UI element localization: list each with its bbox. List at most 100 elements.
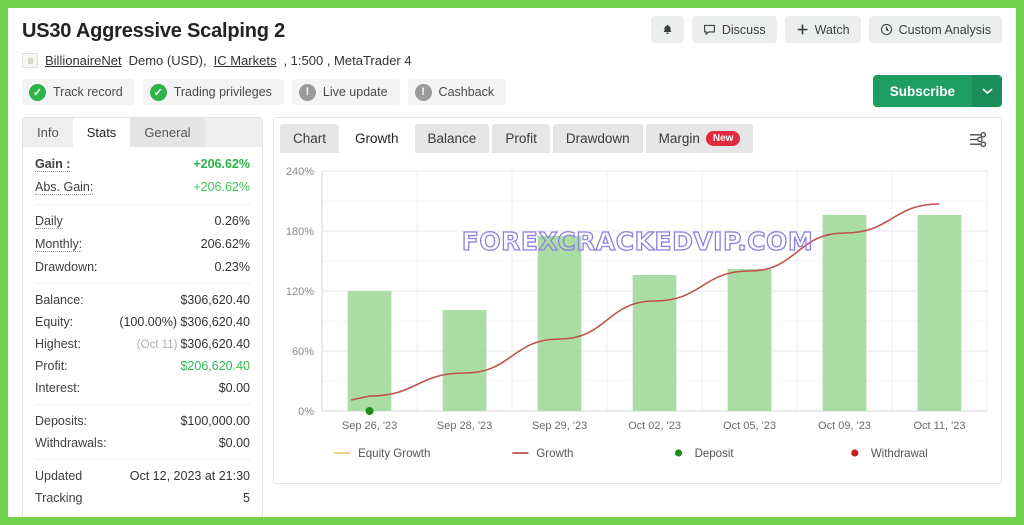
leverage-platform: , 1:500 , MetaTrader 4	[283, 53, 412, 68]
watch-label: Watch	[814, 22, 850, 37]
stat-value: +206.62%	[193, 157, 250, 171]
stat-value: $100,000.00	[180, 414, 250, 428]
stat-value: $306,620.40	[180, 315, 250, 329]
divider	[35, 459, 250, 460]
legend-label: Deposit	[695, 448, 735, 460]
x-tick-label: Oct 02, '23	[628, 420, 681, 432]
stat-row-abs-gain: Abs. Gain: +206.62%	[35, 176, 250, 199]
y-tick-label: 60%	[292, 346, 314, 358]
stat-value: $206,620.40	[180, 359, 250, 373]
y-tick-label: 240%	[286, 166, 314, 178]
stat-row-interest: Interest: $0.00	[35, 377, 250, 399]
stat-prefix: (100.00%)	[119, 315, 177, 329]
watch-button[interactable]: Watch	[784, 16, 861, 43]
author-link[interactable]: BillionaireNet	[45, 53, 122, 68]
subscribe-dropdown-button[interactable]	[972, 75, 1002, 107]
stat-row-daily: Daily 0.26%	[35, 210, 250, 233]
tab-profit[interactable]: Profit	[492, 124, 550, 153]
bell-icon	[663, 24, 672, 34]
stat-key[interactable]: Gain :	[35, 157, 71, 172]
tab-label: Growth	[355, 131, 399, 146]
stat-row-monthly: Monthly: 206.62%	[35, 233, 250, 256]
bar	[537, 236, 582, 411]
tab-label: Profit	[505, 131, 537, 146]
account-type: Demo (USD),	[128, 53, 207, 68]
clock-icon	[880, 23, 892, 36]
new-badge: New	[705, 131, 741, 146]
stat-value: Oct 12, 2023 at 21:30	[129, 469, 250, 483]
stat-key[interactable]: Abs. Gain:	[35, 180, 94, 195]
stats-panel: Info Stats General Gain : +206.62% Abs. …	[22, 117, 263, 517]
stat-value: 0.23%	[214, 260, 250, 274]
stat-row-drawdown: Drawdown: 0.23%	[35, 256, 250, 278]
page-header: US30 Aggressive Scalping 2 Discuss Watch	[8, 8, 1016, 107]
bar	[442, 310, 487, 411]
legend-label: Withdrawal	[871, 448, 928, 460]
badge-live-update[interactable]: ! Live update	[291, 79, 400, 105]
avatar	[22, 53, 38, 68]
badge-label: Track record	[53, 85, 123, 99]
chart-panel: Chart Growth Balance Profit Drawdown Mar…	[273, 117, 1002, 484]
bar	[917, 215, 962, 411]
divider	[35, 404, 250, 405]
bar	[632, 275, 677, 411]
bar	[727, 269, 772, 411]
tab-stats[interactable]: Stats	[72, 118, 131, 147]
stats-panel-tabs: Info Stats General	[23, 118, 262, 147]
badge-label: Trading privileges	[173, 85, 272, 99]
stat-key: Tracking	[35, 491, 83, 505]
badge-trading-privileges[interactable]: ✓ Trading privileges	[142, 79, 284, 105]
badge-track-record[interactable]: ✓ Track record	[22, 79, 135, 105]
tab-label: Chart	[293, 131, 327, 146]
stat-key: Equity:	[35, 315, 74, 329]
stat-row-updated: Updated Oct 12, 2023 at 21:30	[35, 465, 250, 487]
divider	[35, 204, 250, 205]
content-area: Info Stats General Gain : +206.62% Abs. …	[8, 117, 1016, 517]
stat-value-wrap: (100.00%) $306,620.40	[119, 315, 250, 329]
tab-margin[interactable]: Margin New	[645, 124, 754, 153]
x-tick-label: Oct 09, '23	[818, 420, 871, 432]
stat-value: 5	[243, 491, 250, 505]
x-tick-label: Sep 26, '23	[342, 420, 397, 432]
chart-tabs: Chart Growth Balance Profit Drawdown Mar…	[274, 118, 1001, 153]
stat-key[interactable]: Daily	[35, 214, 63, 229]
broker-link[interactable]: IC Markets	[214, 53, 277, 68]
stat-value: 0.26%	[214, 214, 250, 228]
subscribe-button[interactable]: Subscribe	[872, 75, 972, 107]
y-tick-label: 180%	[286, 226, 314, 238]
subscribe-group: Subscribe	[872, 75, 1002, 107]
stat-key: Profit:	[35, 359, 68, 373]
tab-info[interactable]: Info	[23, 118, 73, 147]
plus-icon	[797, 24, 807, 35]
growth-chart: FOREXCRACKEDVIP.COM 0% 60% 120% 180% 240% Sep…	[274, 153, 1001, 483]
stat-row-tracking: Tracking 5	[35, 487, 250, 509]
tab-label: Drawdown	[565, 131, 630, 146]
bar	[822, 215, 867, 411]
page-frame: US30 Aggressive Scalping 2 Discuss Watch	[8, 8, 1016, 517]
legend-swatch	[851, 449, 859, 457]
stats-list: Gain : +206.62% Abs. Gain: +206.62% Dail…	[23, 147, 262, 517]
notifications-button[interactable]	[650, 16, 684, 43]
divider	[35, 283, 250, 284]
tab-drawdown[interactable]: Drawdown	[552, 124, 643, 153]
chart-settings-button[interactable]	[965, 127, 991, 151]
stat-key: Highest:	[35, 337, 81, 351]
tab-balance[interactable]: Balance	[414, 124, 490, 153]
legend-label: Equity Growth	[358, 448, 430, 460]
stat-value: $306,620.40	[180, 337, 250, 351]
discuss-button[interactable]: Discuss	[691, 16, 777, 43]
account-meta: BillionaireNet Demo (USD), IC Markets , …	[22, 53, 1002, 68]
tab-general[interactable]: General	[130, 118, 205, 147]
custom-analysis-button[interactable]: Custom Analysis	[868, 16, 1002, 43]
tab-chart[interactable]: Chart	[280, 124, 340, 153]
x-tick-label: Sep 28, '23	[437, 420, 492, 432]
tab-growth[interactable]: Growth	[342, 124, 412, 153]
x-tick-label: Oct 05, '23	[723, 420, 776, 432]
legend-swatch	[674, 449, 683, 457]
stat-value: $0.00	[218, 381, 250, 395]
exclamation-icon: !	[414, 83, 432, 101]
stat-key[interactable]: Monthly:	[35, 237, 83, 252]
tab-label: Balance	[427, 131, 477, 146]
badge-cashback[interactable]: ! Cashback	[407, 79, 507, 105]
badge-label: Live update	[322, 85, 388, 99]
